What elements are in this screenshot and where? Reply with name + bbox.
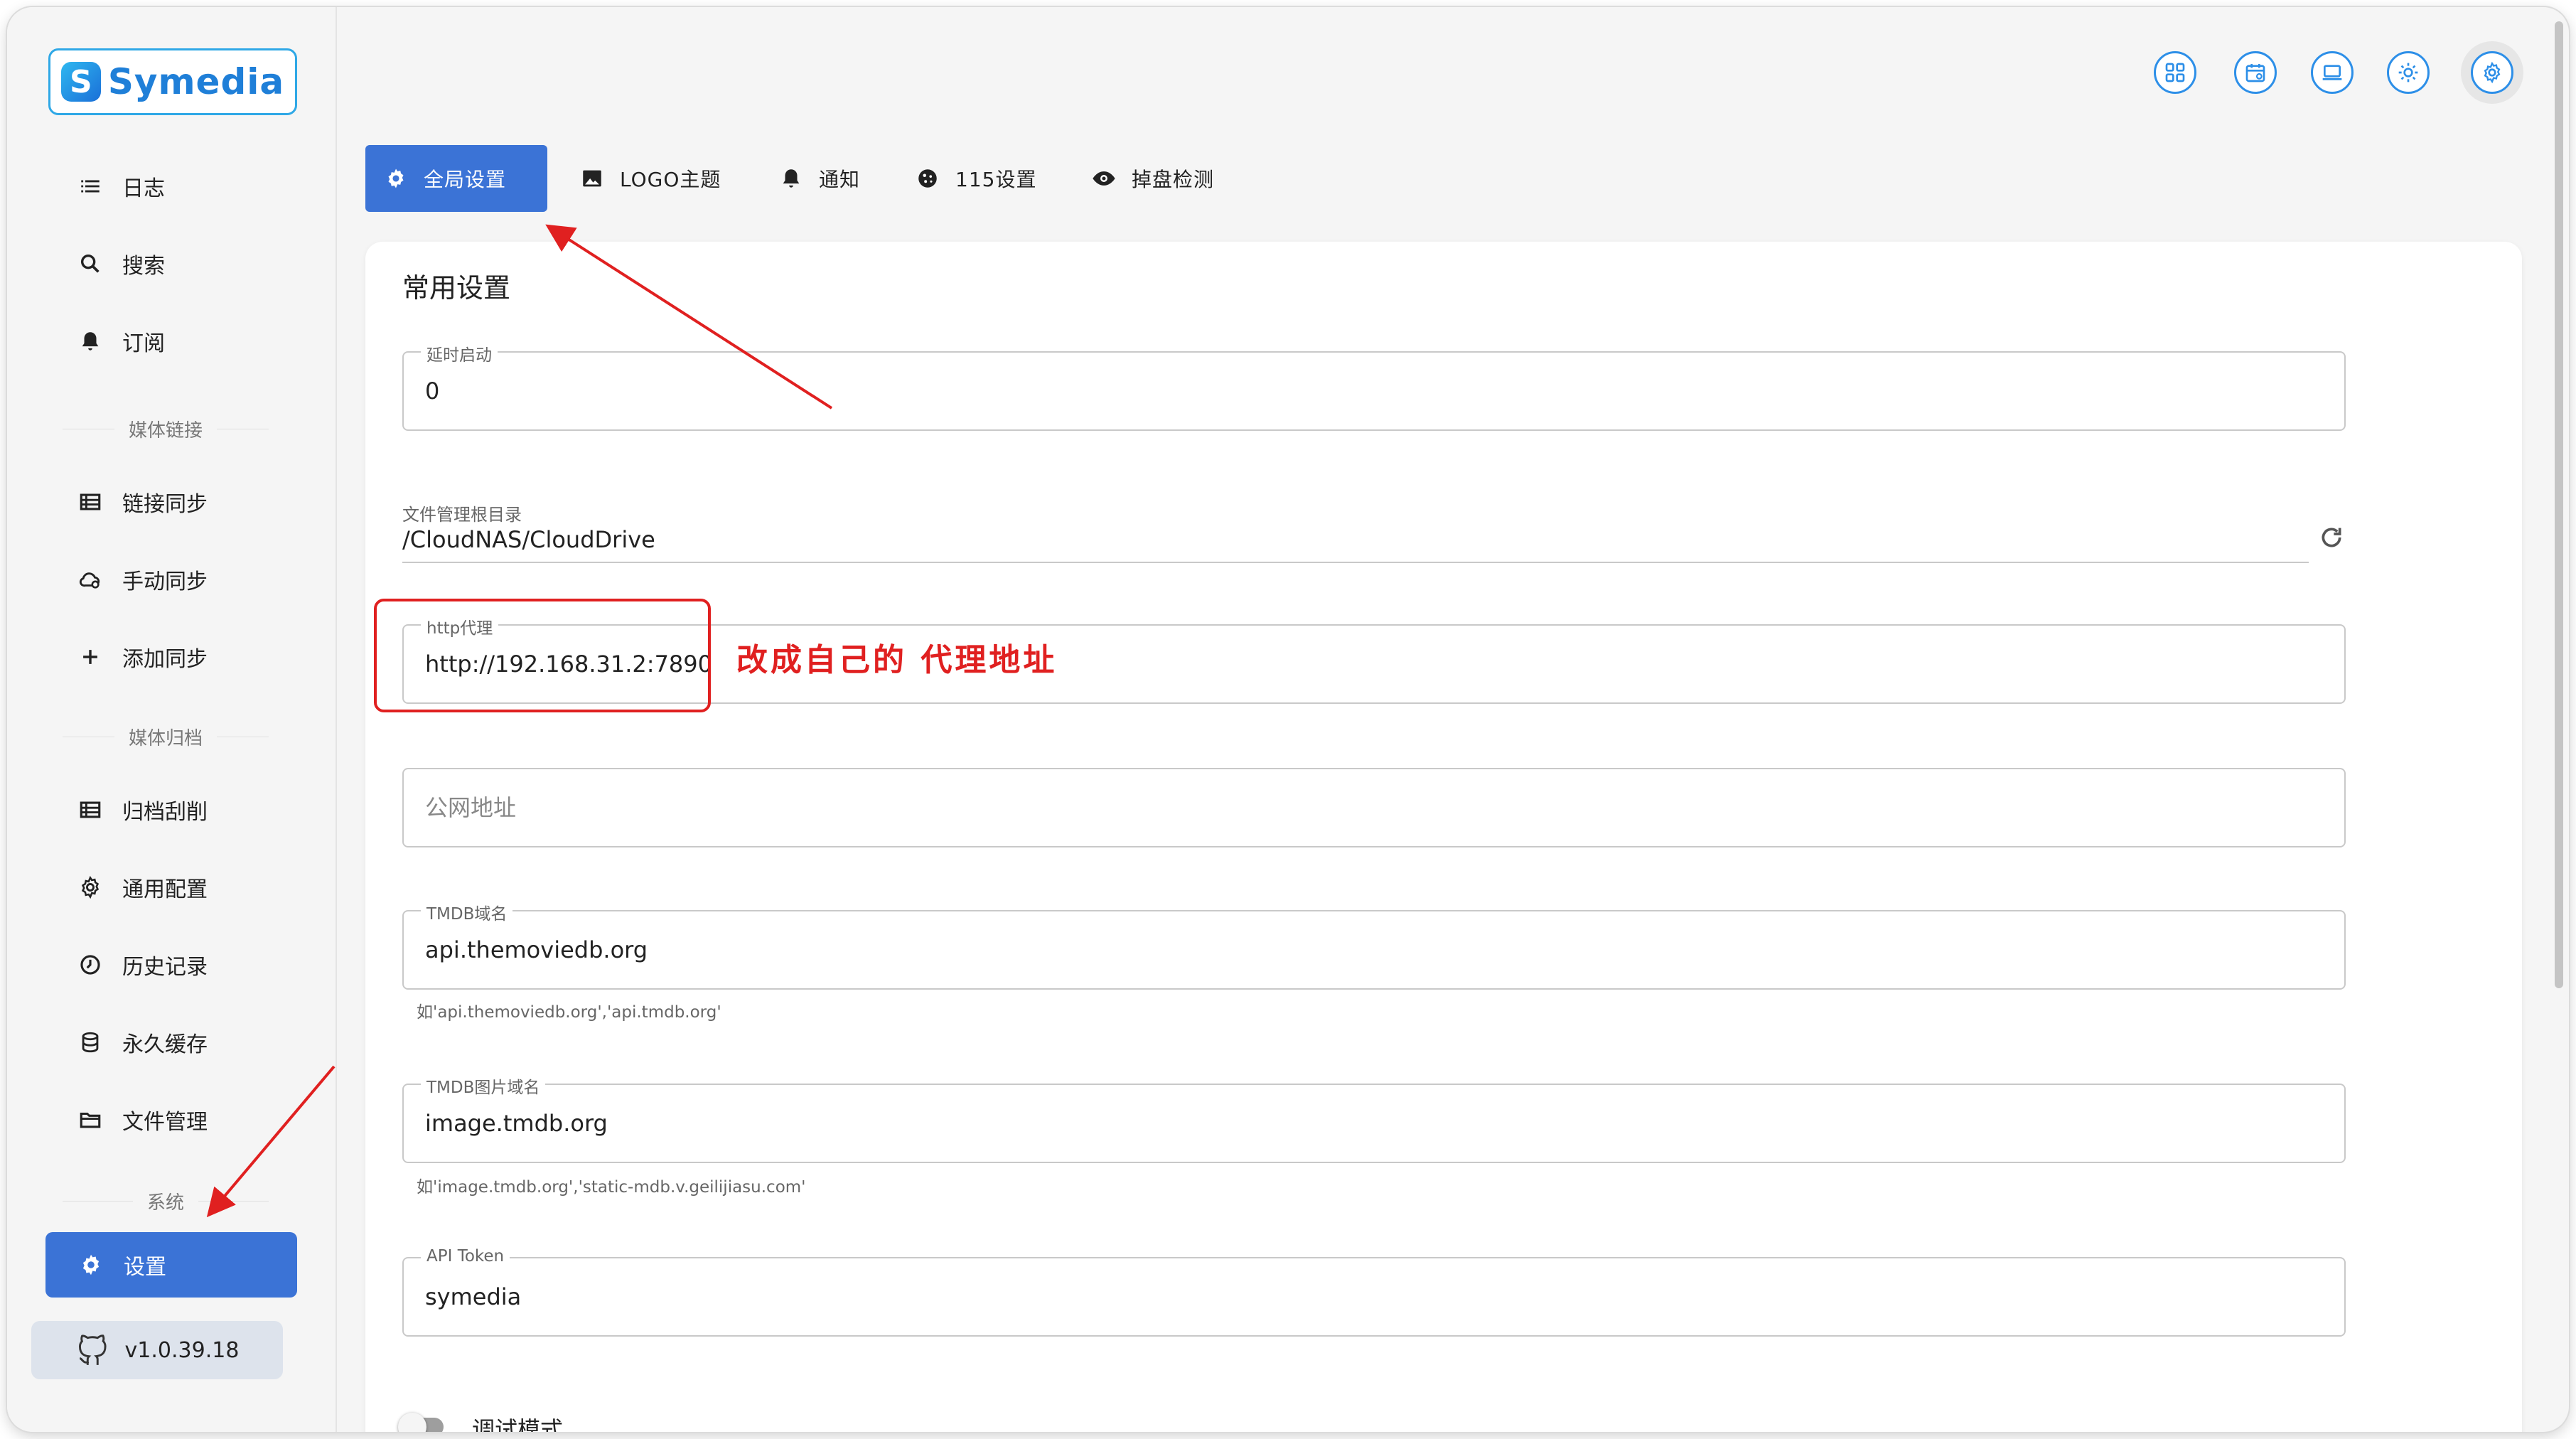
- file-root-input[interactable]: /CloudNAS/CloudDrive: [402, 526, 655, 553]
- image-icon: [583, 170, 601, 187]
- tab-label: 115设置: [955, 168, 1037, 191]
- sidebar-item-search[interactable]: 搜索: [78, 242, 306, 285]
- tab-label: 通知: [819, 168, 861, 191]
- version-badge[interactable]: v1.0.39.18: [31, 1321, 283, 1379]
- sun-icon: [2398, 63, 2418, 82]
- sidebar-item-subscribe[interactable]: 订阅: [78, 320, 306, 363]
- sidebar-item-general-config[interactable]: 通用配置: [78, 866, 306, 909]
- sidebar-item-label: 历史记录: [122, 955, 208, 980]
- tmdb-domain-field[interactable]: TMDB域名 api.themoviedb.org: [402, 900, 2346, 990]
- cloud-sync-icon: [79, 572, 100, 589]
- tmdb-image-domain-hint: 如'image.tmdb.org','static-mdb.v.geilijia…: [417, 1178, 806, 1197]
- gear-icon: [388, 168, 404, 188]
- calendar-button[interactable]: [2234, 51, 2277, 94]
- tab-logo-theme[interactable]: LOGO主题: [562, 145, 739, 212]
- sidebar-item-label: 链接同步: [122, 492, 208, 517]
- sidebar-item-label: 通用配置: [122, 877, 208, 902]
- folder-icon: [80, 1112, 101, 1128]
- refresh-icon[interactable]: [2317, 523, 2346, 552]
- sidebar-item-label: 手动同步: [122, 569, 208, 594]
- sidebar-item-label: 添加同步: [122, 647, 208, 672]
- logo-text: Symedia: [107, 61, 285, 102]
- field-value: symedia: [425, 1283, 522, 1310]
- field-value: image.tmdb.org: [425, 1110, 608, 1137]
- app-logo[interactable]: S Symedia: [48, 48, 297, 115]
- app-window: S Symedia 日志 搜索 订阅 媒体链接 链接同步 手动同步 添加同步 媒…: [7, 7, 2569, 1432]
- sidebar-item-file-manager[interactable]: 文件管理: [78, 1098, 306, 1141]
- field-value: api.themoviedb.org: [425, 936, 648, 963]
- plus-icon: [83, 650, 97, 664]
- sidebar: S Symedia 日志 搜索 订阅 媒体链接 链接同步 手动同步 添加同步 媒…: [7, 7, 337, 1432]
- sidebar-item-link-sync[interactable]: 链接同步: [78, 481, 306, 523]
- gear-icon: [81, 875, 100, 899]
- tab-notification[interactable]: 通知: [761, 145, 879, 212]
- table-icon: [80, 801, 101, 818]
- tab-global-settings[interactable]: 全局设置: [365, 145, 547, 212]
- sidebar-item-label: 文件管理: [122, 1110, 208, 1135]
- tab-label: LOGO主题: [620, 168, 721, 191]
- annotation-highlight-box: [374, 599, 711, 712]
- section-system: 系统: [48, 1187, 283, 1215]
- sidebar-item-label: 归档刮削: [122, 800, 208, 825]
- search-icon: [80, 254, 100, 273]
- page-scrollbar[interactable]: [2555, 21, 2563, 988]
- tab-label: 全局设置: [424, 168, 507, 191]
- github-icon: [78, 1334, 107, 1365]
- tmdb-image-domain-field[interactable]: TMDB图片域名 image.tmdb.org: [402, 1074, 2346, 1163]
- theme-toggle-button[interactable]: [2387, 51, 2430, 94]
- monitor-button[interactable]: [2311, 51, 2354, 94]
- sidebar-item-label: 日志: [122, 176, 165, 201]
- section-media-archive: 媒体归档: [48, 722, 283, 751]
- tab-115-settings[interactable]: 115设置: [897, 145, 1055, 212]
- sidebar-item-label: 搜索: [122, 254, 165, 279]
- toggle-knob: [398, 1413, 426, 1432]
- apps-button[interactable]: [2154, 51, 2196, 94]
- sidebar-item-manual-sync[interactable]: 手动同步: [78, 558, 306, 601]
- clock-icon: [80, 955, 100, 975]
- table-icon: [80, 493, 101, 510]
- card-title: 常用设置: [402, 272, 511, 304]
- sidebar-item-add-sync[interactable]: 添加同步: [78, 636, 306, 678]
- settings-card: 常用设置 延时启动 0 文件管理根目录 /CloudNAS/CloudDrive…: [365, 242, 2522, 1432]
- tab-label: 掉盘检测: [1132, 168, 1215, 191]
- bell-icon: [82, 332, 99, 351]
- debug-mode-toggle[interactable]: [398, 1413, 444, 1432]
- annotation-text: 改成自己的 代理地址: [736, 642, 1058, 678]
- database-icon: [82, 1032, 99, 1053]
- logo-mark-icon: S: [60, 62, 101, 102]
- tab-disk-drop-check[interactable]: 掉盘检测: [1073, 145, 1233, 212]
- gear-icon: [2484, 61, 2501, 84]
- field-placeholder: 公网地址: [425, 794, 517, 821]
- grid-icon: [2165, 63, 2185, 82]
- section-media-link: 媒体链接: [48, 414, 283, 443]
- settings-button[interactable]: [2471, 51, 2513, 94]
- sidebar-item-settings[interactable]: 设置: [45, 1232, 297, 1298]
- cookie-icon: [918, 169, 937, 188]
- gear-icon: [82, 1254, 100, 1275]
- sidebar-item-label: 设置: [124, 1255, 166, 1280]
- sidebar-item-label: 订阅: [122, 331, 165, 356]
- debug-mode-label: 调试模式: [472, 1416, 564, 1432]
- api-token-field[interactable]: API Token symedia: [402, 1247, 2346, 1337]
- list-icon: [81, 180, 100, 193]
- calendar-icon: [2245, 64, 2265, 82]
- file-root-underline: [402, 562, 2309, 563]
- bell-icon: [783, 169, 800, 188]
- field-value: 0: [425, 378, 440, 405]
- sidebar-item-label: 永久缓存: [122, 1032, 208, 1057]
- laptop-icon: [2322, 65, 2342, 80]
- eye-icon: [1093, 171, 1115, 186]
- delay-start-field[interactable]: 延时启动 0: [402, 341, 2346, 431]
- file-root-label: 文件管理根目录: [402, 505, 522, 525]
- sidebar-item-logs[interactable]: 日志: [78, 165, 306, 208]
- tmdb-domain-hint: 如'api.themoviedb.org','api.tmdb.org': [417, 1003, 721, 1022]
- sidebar-item-cache[interactable]: 永久缓存: [78, 1021, 306, 1064]
- sidebar-item-archive-scrape[interactable]: 归档刮削: [78, 788, 306, 831]
- version-text: v1.0.39.18: [124, 1337, 240, 1363]
- public-address-field[interactable]: 公网地址: [402, 768, 2346, 847]
- sidebar-item-history[interactable]: 历史记录: [78, 943, 306, 986]
